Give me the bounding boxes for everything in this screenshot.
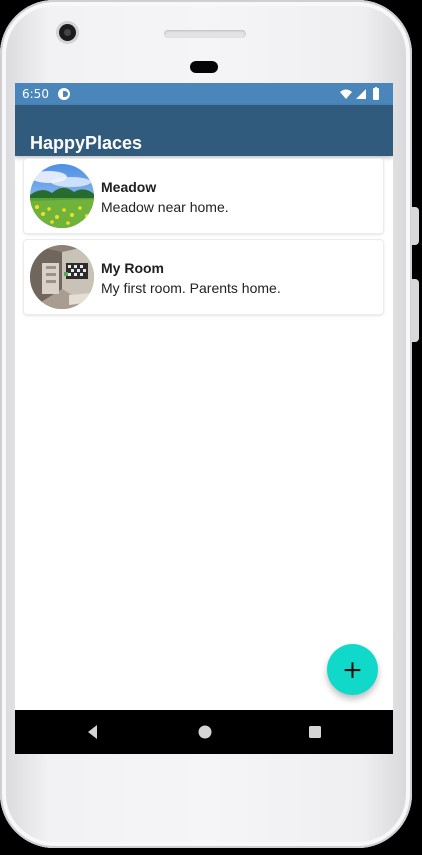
- phone-device: 6:50 HappyPlaces Meadow Meadow near home…: [0, 0, 419, 848]
- phone-screen: 6:50 HappyPlaces Meadow Meadow near home…: [15, 83, 393, 754]
- status-bar: 6:50: [15, 83, 393, 105]
- android-navigation-bar: [15, 710, 393, 754]
- back-icon[interactable]: [84, 722, 104, 742]
- system-status-icons: [340, 87, 379, 100]
- place-description: My first room. Parents home.: [101, 280, 281, 296]
- battery-icon: [373, 88, 379, 100]
- place-description: Meadow near home.: [101, 199, 229, 215]
- cellular-signal-icon: [356, 89, 366, 99]
- power-button: [411, 207, 419, 245]
- place-title: My Room: [101, 260, 164, 276]
- add-place-button[interactable]: +: [327, 644, 378, 695]
- room-image: [30, 245, 94, 309]
- happy-places-list[interactable]: Meadow Meadow near home. My Room My firs…: [24, 159, 383, 321]
- room-photo: [30, 245, 94, 309]
- add-icon: +: [342, 654, 363, 684]
- earpiece-speaker: [164, 30, 246, 38]
- app-bar: HappyPlaces: [15, 105, 393, 156]
- volume-button: [411, 279, 419, 342]
- meadow-photo: [30, 164, 94, 228]
- home-icon[interactable]: [195, 722, 215, 742]
- wifi-icon: [340, 89, 352, 99]
- sync-notification-icon: [58, 88, 70, 100]
- place-title: Meadow: [101, 179, 157, 195]
- app-title: HappyPlaces: [30, 133, 143, 154]
- place-card-meadow[interactable]: Meadow Meadow near home.: [24, 159, 383, 233]
- front-sensor: [190, 61, 218, 73]
- status-time: 6:50: [22, 87, 49, 101]
- meadow-image: [30, 164, 94, 228]
- place-card-my-room[interactable]: My Room My first room. Parents home.: [24, 240, 383, 314]
- recents-icon[interactable]: [305, 722, 325, 742]
- front-camera-icon: [59, 24, 76, 41]
